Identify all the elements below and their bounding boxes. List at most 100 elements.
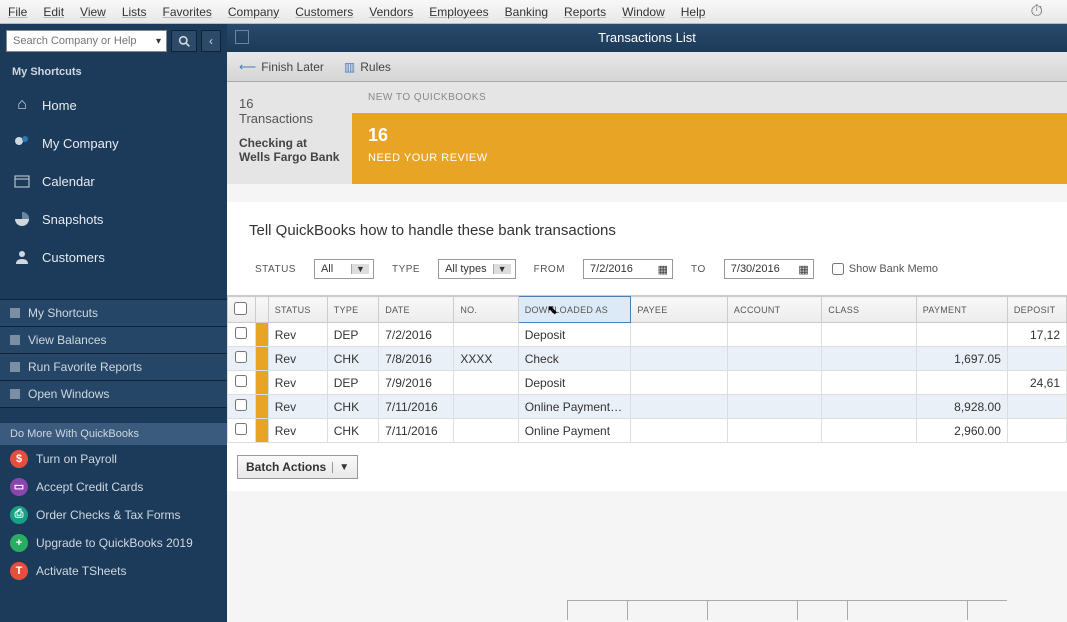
row-checkbox[interactable] [235, 399, 247, 411]
cell-class[interactable] [822, 419, 916, 443]
col-type[interactable]: TYPE [327, 297, 378, 323]
col-downloaded-as[interactable]: DOWNLOADED AS [518, 297, 631, 323]
cell-no [454, 323, 518, 347]
finish-later-button[interactable]: ⟵ Finish Later [239, 60, 324, 74]
menu-edit[interactable]: Edit [43, 5, 64, 19]
sidebar-item-company[interactable]: My Company [0, 124, 227, 162]
table-row[interactable]: Rev DEP 7/2/2016 Deposit 17,12 [228, 323, 1067, 347]
cell-class[interactable] [822, 395, 916, 419]
cell-class[interactable] [822, 347, 916, 371]
need-review-banner[interactable]: 16 NEED YOUR REVIEW [352, 113, 1067, 184]
row-checkbox[interactable] [235, 375, 247, 387]
cell-class[interactable] [822, 371, 916, 395]
cell-payee[interactable] [631, 347, 728, 371]
col-no[interactable]: NO. [454, 297, 518, 323]
window-title-text: Transactions List [598, 30, 696, 45]
menu-favorites[interactable]: Favorites [163, 5, 212, 19]
sidebar-item-snapshots[interactable]: Snapshots [0, 200, 227, 238]
date-value: 7/30/2016 [731, 263, 780, 275]
row-checkbox-cell[interactable] [228, 347, 256, 371]
checkbox-input[interactable] [832, 263, 844, 275]
search-dropdown-caret[interactable]: ▾ [151, 36, 166, 47]
cell-downloaded: Check [518, 347, 631, 371]
cell-payee[interactable] [631, 419, 728, 443]
domore-label: Accept Credit Cards [36, 480, 143, 494]
reminders-icon[interactable]: ⏱ [1031, 3, 1043, 21]
col-payee[interactable]: PAYEE [631, 297, 728, 323]
col-tag[interactable] [255, 297, 268, 323]
menu-banking[interactable]: Banking [505, 5, 548, 19]
sidebar-item-calendar[interactable]: Calendar [0, 162, 227, 200]
cell-payee[interactable] [631, 395, 728, 419]
show-memo-checkbox[interactable]: Show Bank Memo [832, 263, 938, 275]
row-checkbox-cell[interactable] [228, 395, 256, 419]
domore-tsheets[interactable]: TActivate TSheets [0, 557, 227, 585]
table-row[interactable]: Rev CHK 7/11/2016 Online Payment 2,960.0… [228, 419, 1067, 443]
table-row[interactable]: Rev CHK 7/11/2016 Online Payment… 8,928.… [228, 395, 1067, 419]
menu-employees[interactable]: Employees [429, 5, 488, 19]
search-box[interactable]: ▾ [6, 30, 167, 52]
to-date-input[interactable]: 7/30/2016▦ [724, 259, 814, 279]
domore-upgrade[interactable]: +Upgrade to QuickBooks 2019 [0, 529, 227, 557]
table-row[interactable]: Rev CHK 7/8/2016 XXXX Check 1,697.05 [228, 347, 1067, 371]
cell-account[interactable] [727, 323, 821, 347]
row-checkbox[interactable] [235, 351, 247, 363]
menu-reports[interactable]: Reports [564, 5, 606, 19]
menu-file[interactable]: File [8, 5, 27, 19]
status-dropdown[interactable]: All▼ [314, 259, 374, 279]
collapse-sidebar-button[interactable]: ‹ [201, 30, 221, 52]
cell-class[interactable] [822, 323, 916, 347]
calendar-icon [12, 172, 32, 190]
menu-customers[interactable]: Customers [295, 5, 353, 19]
home-icon: ⌂ [12, 96, 32, 114]
select-all-checkbox[interactable] [234, 302, 247, 315]
cell-account[interactable] [727, 347, 821, 371]
menu-vendors[interactable]: Vendors [369, 5, 413, 19]
row-checkbox-cell[interactable] [228, 371, 256, 395]
menu-lists[interactable]: Lists [122, 5, 147, 19]
col-checkbox[interactable] [228, 297, 256, 323]
col-deposit[interactable]: DEPOSIT [1007, 297, 1066, 323]
review-count: 16 [368, 125, 1051, 146]
row-checkbox-cell[interactable] [228, 419, 256, 443]
cell-account[interactable] [727, 419, 821, 443]
menu-company[interactable]: Company [228, 5, 279, 19]
cell-payee[interactable] [631, 323, 728, 347]
menu-window[interactable]: Window [622, 5, 665, 19]
cell-account[interactable] [727, 371, 821, 395]
sidebar-item-home[interactable]: ⌂ Home [0, 86, 227, 124]
sidebar-item-customers[interactable]: Customers [0, 238, 227, 276]
domore-cards[interactable]: ▭ Accept Credit Cards [0, 473, 227, 501]
sidebar-nav-reports[interactable]: Run Favorite Reports [0, 354, 227, 381]
col-date[interactable]: DATE [379, 297, 454, 323]
row-checkbox-cell[interactable] [228, 323, 256, 347]
search-input[interactable] [7, 35, 151, 47]
type-dropdown[interactable]: All types▼ [438, 259, 516, 279]
card-icon: ▭ [10, 478, 28, 496]
domore-payroll[interactable]: $Turn on Payroll [0, 445, 227, 473]
sidebar-nav-shortcuts[interactable]: My Shortcuts [0, 300, 227, 327]
sidebar-nav-windows[interactable]: Open Windows [0, 381, 227, 408]
table-row[interactable]: Rev DEP 7/9/2016 Deposit 24,61 [228, 371, 1067, 395]
batch-actions-button[interactable]: Batch Actions ▼ [237, 455, 358, 479]
search-button[interactable] [171, 30, 197, 52]
col-class[interactable]: CLASS [822, 297, 916, 323]
rules-button[interactable]: ▥ Rules [344, 60, 391, 74]
col-account[interactable]: ACCOUNT [727, 297, 821, 323]
menu-view[interactable]: View [80, 5, 106, 19]
col-payment[interactable]: PAYMENT [916, 297, 1007, 323]
sidebar-nav-balances[interactable]: View Balances [0, 327, 227, 354]
window-control-icon[interactable] [235, 30, 249, 44]
sidebar-item-label: My Company [42, 136, 119, 151]
row-checkbox[interactable] [235, 423, 247, 435]
from-date-input[interactable]: 7/2/2016▦ [583, 259, 673, 279]
col-status[interactable]: STATUS [268, 297, 327, 323]
cell-date: 7/11/2016 [379, 395, 454, 419]
row-tag [255, 395, 268, 419]
cell-no: XXXX [454, 347, 518, 371]
cell-account[interactable] [727, 395, 821, 419]
domore-checks[interactable]: ⎙Order Checks & Tax Forms [0, 501, 227, 529]
row-checkbox[interactable] [235, 327, 247, 339]
cell-payee[interactable] [631, 371, 728, 395]
menu-help[interactable]: Help [681, 5, 706, 19]
